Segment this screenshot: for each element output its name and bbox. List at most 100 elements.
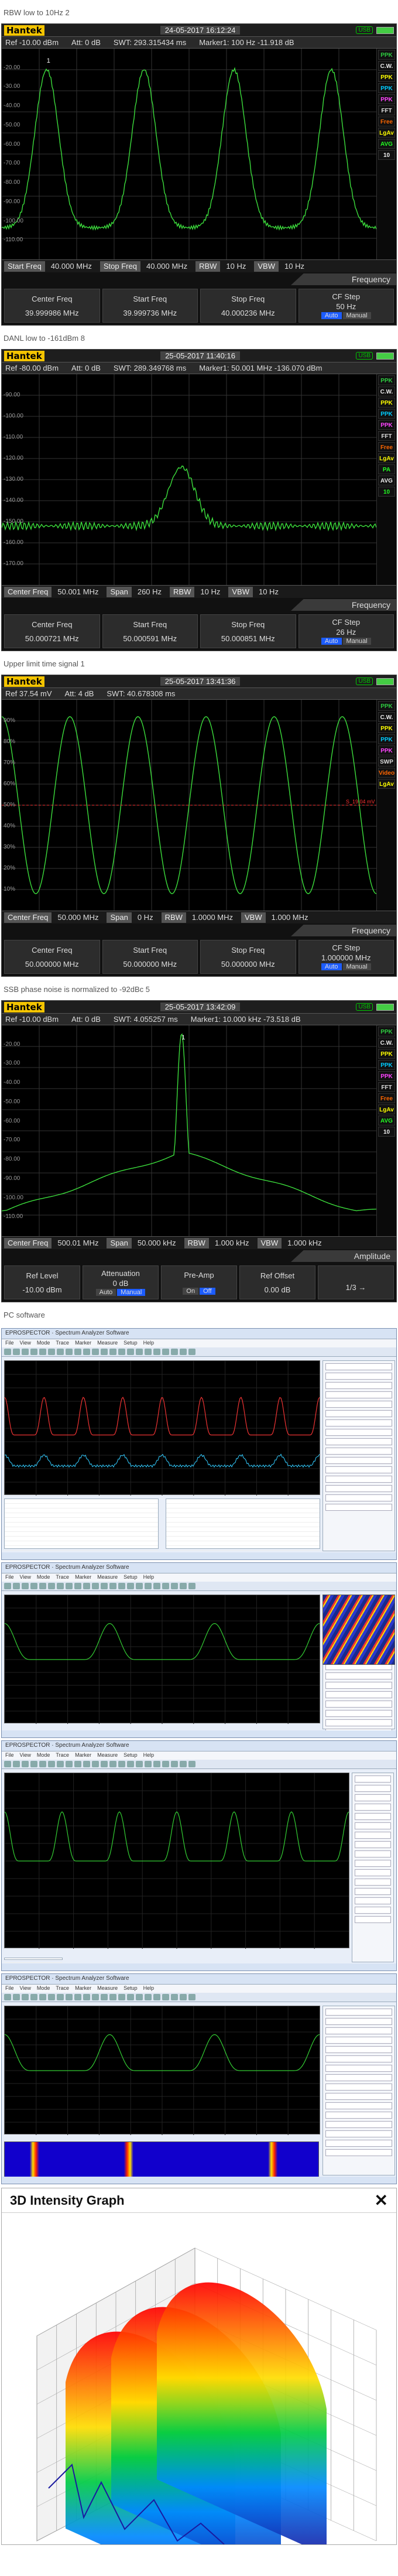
table-row[interactable]: [166, 1546, 320, 1551]
trace-chip[interactable]: PPK: [378, 94, 395, 104]
settings-field[interactable]: [325, 1476, 392, 1483]
trace-chip[interactable]: Video: [378, 768, 395, 778]
settings-field[interactable]: [355, 1785, 391, 1792]
softkey-toggle[interactable]: Auto Manual: [83, 1289, 158, 1296]
settings-field[interactable]: [325, 1438, 392, 1445]
toolbar-icon[interactable]: [188, 1349, 195, 1355]
toolbar-icon[interactable]: [136, 1994, 143, 2000]
toolbar-icon[interactable]: [48, 1349, 55, 1355]
toolbar-icon[interactable]: [109, 1583, 116, 1589]
toolbar-icon[interactable]: [48, 1994, 55, 2000]
menu-item[interactable]: Marker: [75, 1752, 91, 1759]
settings-field[interactable]: [355, 1860, 391, 1867]
menu-item[interactable]: Trace: [56, 1985, 69, 1992]
toolbar-icon[interactable]: [109, 1761, 116, 1767]
toolbar-icon[interactable]: [4, 1761, 11, 1767]
menu-item[interactable]: Trace: [56, 1340, 69, 1347]
settings-field[interactable]: [325, 1672, 392, 1679]
menu-item[interactable]: Measure: [97, 1340, 118, 1347]
toolbar-icon[interactable]: [171, 1349, 178, 1355]
toolbar-icon[interactable]: [171, 1994, 178, 2000]
trace-chip[interactable]: Free: [378, 442, 395, 452]
settings-field[interactable]: [325, 1373, 392, 1380]
softkey[interactable]: Center Freq 50.000000 MHz: [4, 940, 100, 974]
toolbar-icon[interactable]: [57, 1349, 64, 1355]
trace-chip[interactable]: PPK: [378, 409, 395, 419]
settings-field[interactable]: [325, 1419, 392, 1426]
toolbar-icon[interactable]: [180, 1349, 187, 1355]
settings-field[interactable]: [325, 1719, 392, 1726]
menu-item[interactable]: Setup: [123, 1574, 138, 1581]
menu-item[interactable]: File: [5, 1574, 14, 1581]
menu-item[interactable]: File: [5, 1340, 14, 1347]
settings-field[interactable]: [355, 1879, 391, 1886]
settings-field[interactable]: [355, 1907, 391, 1914]
menu-item[interactable]: Mode: [37, 1340, 50, 1347]
intensity-thumbnail[interactable]: [322, 1595, 395, 1665]
softkey-toggle[interactable]: On Off: [162, 1287, 236, 1295]
toggle-option[interactable]: Auto: [321, 963, 342, 970]
toolbar-icon[interactable]: [13, 1349, 20, 1355]
trace-chip[interactable]: SWP: [378, 757, 395, 767]
toolbar-icon[interactable]: [162, 1349, 169, 1355]
toolbar-icon[interactable]: [188, 1761, 195, 1767]
trace-chip[interactable]: AVG: [378, 1116, 395, 1125]
softkey[interactable]: Start Freq 50.000591 MHz: [102, 614, 198, 648]
settings-field[interactable]: [325, 1391, 392, 1398]
settings-field[interactable]: [325, 2046, 392, 2053]
settings-field[interactable]: [325, 2084, 392, 2091]
menu-item[interactable]: Help: [143, 1752, 155, 1759]
toggle-option[interactable]: Manual: [342, 312, 371, 319]
toolbar-icon[interactable]: [145, 1583, 152, 1589]
softkey[interactable]: Center Freq 39.999986 MHz: [4, 289, 100, 323]
toolbar-icon[interactable]: [13, 1994, 20, 2000]
toolbar-icon[interactable]: [74, 1761, 81, 1767]
toolbar-icon[interactable]: [66, 1349, 73, 1355]
menu-item[interactable]: Help: [143, 1574, 155, 1581]
softkey[interactable]: Ref Level -10.00 dBm: [4, 1265, 80, 1299]
menu-item[interactable]: Setup: [123, 1985, 138, 1992]
softkey[interactable]: Stop Freq 50.000851 MHz: [200, 614, 296, 648]
toolbar-icon[interactable]: [39, 1583, 46, 1589]
trace-chip[interactable]: AVG: [378, 475, 395, 485]
toolbar-icon[interactable]: [74, 1583, 81, 1589]
settings-field[interactable]: [325, 1401, 392, 1408]
trace-chip[interactable]: Free: [378, 1093, 395, 1103]
softkey[interactable]: Start Freq 39.999736 MHz: [102, 289, 198, 323]
settings-field[interactable]: [325, 2130, 392, 2137]
settings-field[interactable]: [325, 2018, 392, 2025]
menu-item[interactable]: Trace: [56, 1752, 69, 1759]
softkey[interactable]: Stop Freq 40.000236 MHz: [200, 289, 296, 323]
settings-field[interactable]: [355, 1822, 391, 1829]
table-row[interactable]: [5, 1518, 158, 1523]
settings-field[interactable]: [325, 2140, 392, 2147]
settings-field[interactable]: [325, 1701, 392, 1708]
toolbar-icon[interactable]: [188, 1994, 195, 2000]
toolbar-icon[interactable]: [48, 1761, 55, 1767]
menu-item[interactable]: Marker: [75, 1340, 91, 1347]
trace-chip[interactable]: PPK: [378, 1071, 395, 1081]
settings-field[interactable]: [325, 1466, 392, 1473]
table-row[interactable]: [166, 1537, 320, 1541]
table-row[interactable]: [166, 1527, 320, 1532]
trace-chip[interactable]: PPK: [378, 701, 395, 711]
table-row[interactable]: [5, 1527, 158, 1532]
toolbar-icon[interactable]: [127, 1994, 134, 2000]
settings-field[interactable]: [355, 1776, 391, 1783]
trace-chip[interactable]: PA: [378, 464, 395, 474]
toolbar-icon[interactable]: [188, 1583, 195, 1589]
settings-field[interactable]: [325, 1429, 392, 1436]
toolbar-icon[interactable]: [30, 1994, 37, 2000]
settings-field[interactable]: [325, 2102, 392, 2109]
toolbar-icon[interactable]: [153, 1994, 160, 2000]
menu-item[interactable]: Measure: [97, 1752, 118, 1759]
toolbar-icon[interactable]: [22, 1349, 29, 1355]
menu-item[interactable]: Trace: [56, 1574, 69, 1581]
softkey[interactable]: Start Freq 50.000000 MHz: [102, 940, 198, 974]
settings-field[interactable]: [325, 2009, 392, 2016]
menu-item[interactable]: View: [20, 1752, 31, 1759]
settings-field[interactable]: [355, 1897, 391, 1904]
toolbar-icon[interactable]: [145, 1349, 152, 1355]
toolbar-icon[interactable]: [39, 1349, 46, 1355]
toolbar-icon[interactable]: [180, 1761, 187, 1767]
